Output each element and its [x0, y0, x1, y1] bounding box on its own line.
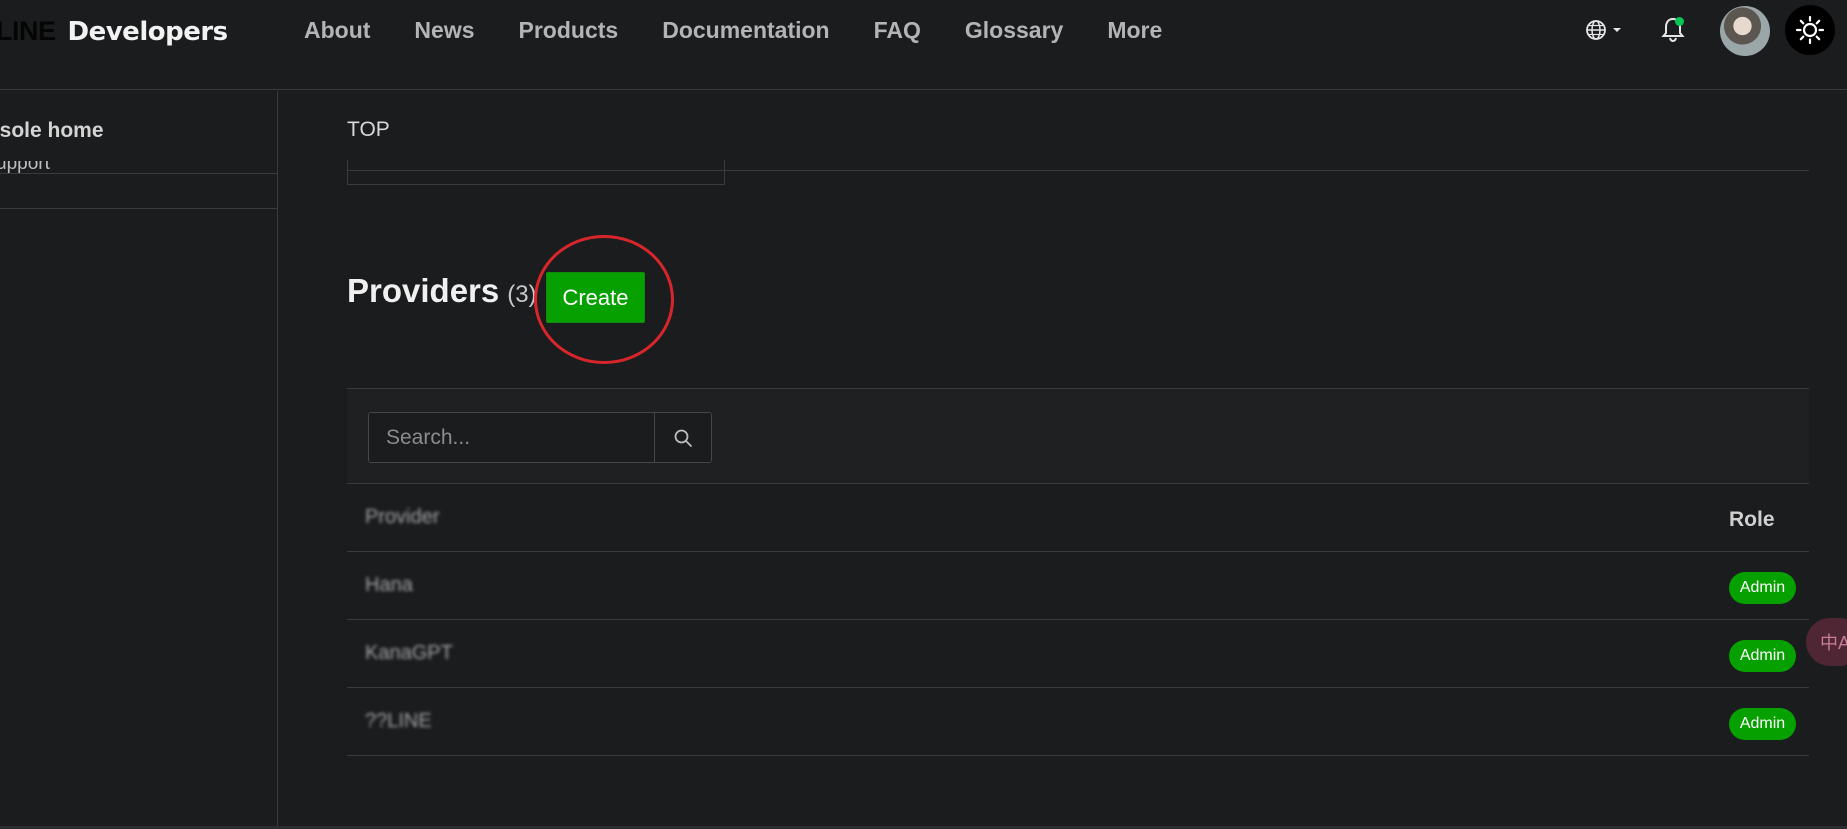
nav-documentation[interactable]: Documentation	[662, 17, 829, 44]
search-icon	[674, 429, 692, 447]
nav-products[interactable]: Products	[519, 17, 619, 44]
table-header-row: Provider Role	[347, 484, 1809, 552]
sidebar-divider	[0, 173, 278, 174]
provider-name[interactable]: ??LINE	[365, 710, 432, 733]
role-badge: Admin	[1729, 708, 1796, 740]
nav-more[interactable]: More	[1107, 17, 1162, 44]
nav-glossary[interactable]: Glossary	[965, 17, 1063, 44]
provider-count: (3)	[507, 281, 537, 308]
provider-name[interactable]: Hana	[365, 574, 413, 597]
search-box	[368, 412, 712, 463]
providers-table: Provider Role Hana Admin KanaGPT Admin ?…	[347, 484, 1809, 756]
globe-icon	[1586, 20, 1606, 40]
collapsed-panel	[347, 160, 725, 185]
sun-icon	[1795, 15, 1825, 45]
create-provider-button[interactable]: Create	[546, 272, 645, 323]
table-row[interactable]: ??LINE Admin	[347, 688, 1809, 756]
search-button[interactable]	[655, 413, 711, 462]
sidebar-divider	[0, 208, 278, 209]
providers-heading: Providers (3)	[347, 272, 537, 310]
main-nav: About News Products Documentation FAQ Gl…	[304, 0, 1162, 60]
notification-dot	[1675, 17, 1684, 26]
user-avatar[interactable]	[1720, 6, 1770, 56]
nav-faq[interactable]: FAQ	[874, 17, 921, 44]
notifications-button[interactable]	[1659, 14, 1687, 44]
sidebar: onsole home upport	[0, 91, 278, 826]
translate-widget[interactable]: 中A	[1806, 618, 1847, 666]
logo[interactable]: LINE Developers	[0, 16, 228, 47]
search-panel	[347, 388, 1809, 484]
page-title: Providers	[347, 272, 500, 309]
caret-down-icon	[1613, 28, 1621, 32]
table-row[interactable]: Hana Admin	[347, 552, 1809, 620]
role-badge: Admin	[1729, 572, 1796, 604]
nav-about[interactable]: About	[304, 17, 370, 44]
logo-line-text: LINE	[0, 16, 56, 46]
column-header-role[interactable]: Role	[1729, 508, 1809, 532]
sidebar-item-support[interactable]: upport	[0, 161, 50, 177]
provider-name[interactable]: KanaGPT	[365, 642, 453, 665]
sidebar-item-console-home[interactable]: onsole home	[0, 119, 104, 143]
language-selector[interactable]	[1584, 17, 1630, 43]
logo-developers-text: Developers	[67, 17, 229, 47]
nav-news[interactable]: News	[414, 17, 474, 44]
role-badge: Admin	[1729, 640, 1796, 672]
breadcrumb-top[interactable]: TOP	[347, 118, 390, 142]
theme-toggle-button[interactable]	[1785, 5, 1835, 55]
column-header-provider[interactable]: Provider	[365, 506, 439, 529]
divider	[347, 170, 1809, 171]
search-input[interactable]	[369, 413, 655, 462]
top-header: LINE Developers About News Products Docu…	[0, 0, 1847, 90]
table-row[interactable]: KanaGPT Admin	[347, 620, 1809, 688]
